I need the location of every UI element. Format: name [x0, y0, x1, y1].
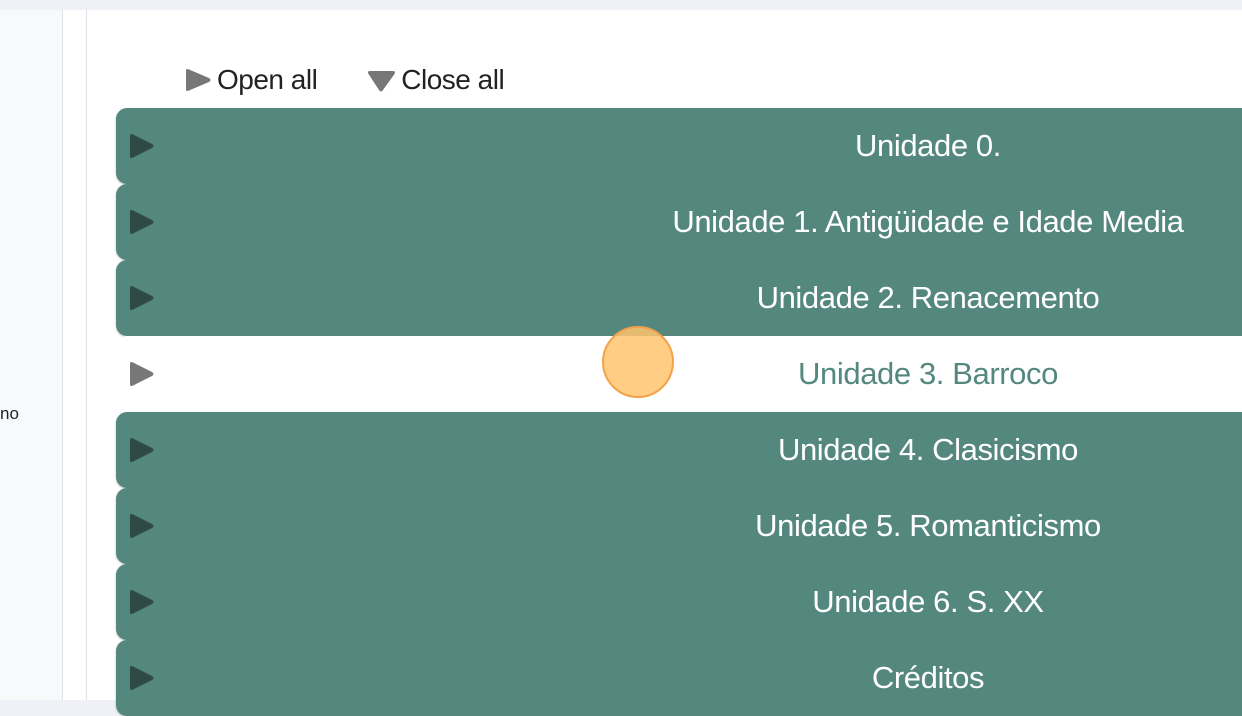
triangle-right-icon[interactable]: [126, 512, 156, 540]
section-header-0[interactable]: Unidade 0.: [116, 108, 1242, 184]
triangle-right-icon[interactable]: [126, 664, 156, 692]
triangle-down-icon: [368, 71, 396, 92]
section-title[interactable]: Unidade 6. S. XX: [608, 564, 1242, 640]
section-title[interactable]: Unidade 4. Clasicismo: [608, 412, 1242, 488]
left-drawer: no: [0, 10, 63, 700]
course-sections: Unidade 0. Unidade 1. Antigüidade e Idad…: [116, 108, 1242, 716]
section-title[interactable]: Créditos: [608, 640, 1242, 716]
open-all-button[interactable]: Open all: [183, 64, 318, 96]
section-header-3[interactable]: Unidade 3. Barroco: [116, 336, 1242, 412]
section-header-6[interactable]: Unidade 6. S. XX: [116, 564, 1242, 640]
collapse-controls: Open all Close all: [183, 62, 505, 98]
triangle-right-icon[interactable]: [126, 284, 156, 312]
section-title[interactable]: Unidade 0.: [608, 108, 1242, 184]
close-all-button[interactable]: Close all: [367, 64, 505, 96]
section-header-7[interactable]: Créditos: [116, 640, 1242, 716]
triangle-right-icon: [186, 69, 211, 91]
open-all-label: Open all: [217, 64, 318, 95]
content-gutter: [63, 10, 87, 700]
section-header-1[interactable]: Unidade 1. Antigüidade e Idade Media: [116, 184, 1242, 260]
close-all-label: Close all: [401, 64, 505, 95]
drawer-truncated-text: no: [0, 404, 19, 423]
section-title[interactable]: Unidade 5. Romanticismo: [608, 488, 1242, 564]
triangle-right-icon[interactable]: [126, 436, 156, 464]
section-title[interactable]: Unidade 1. Antigüidade e Idade Media: [608, 184, 1242, 260]
triangle-right-icon[interactable]: [126, 208, 156, 236]
triangle-right-icon[interactable]: [126, 588, 156, 616]
section-header-5[interactable]: Unidade 5. Romanticismo: [116, 488, 1242, 564]
section-title[interactable]: Unidade 2. Renacemento: [608, 260, 1242, 336]
section-title[interactable]: Unidade 3. Barroco: [608, 336, 1242, 412]
triangle-right-icon[interactable]: [126, 132, 156, 160]
section-header-2[interactable]: Unidade 2. Renacemento: [116, 260, 1242, 336]
triangle-right-icon[interactable]: [126, 360, 156, 388]
section-header-4[interactable]: Unidade 4. Clasicismo: [116, 412, 1242, 488]
